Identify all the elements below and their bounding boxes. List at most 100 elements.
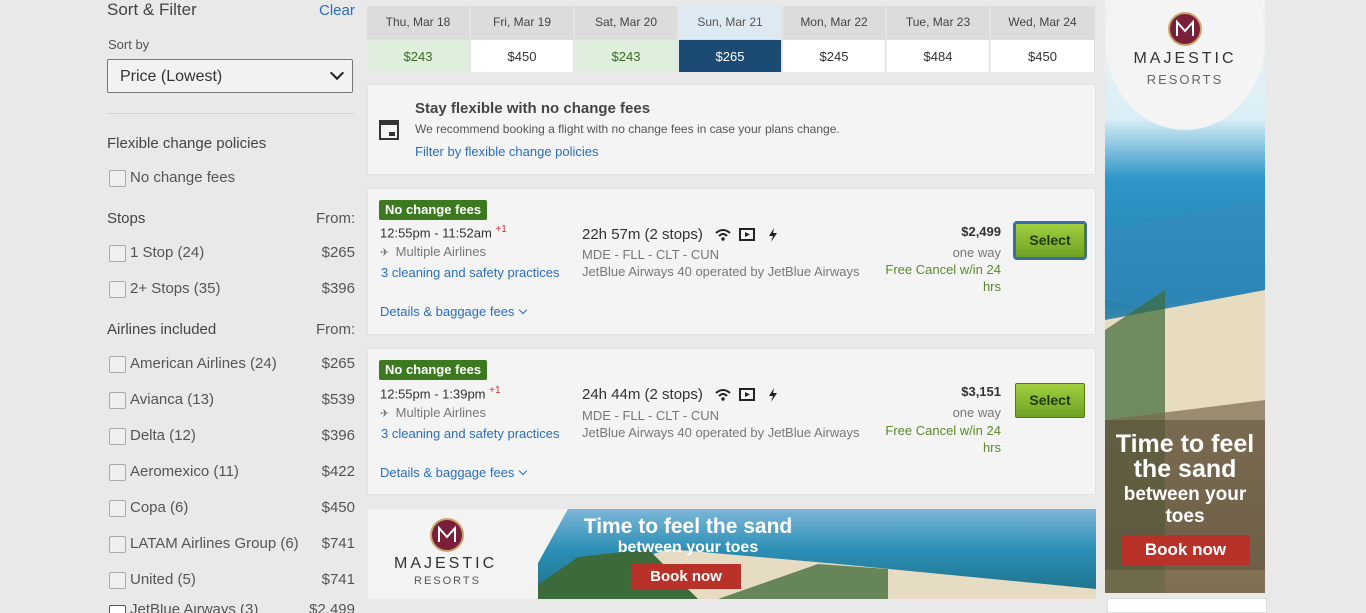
chevron-down-icon xyxy=(329,65,345,81)
filter-label: 2+ Stops (35) xyxy=(130,280,221,297)
filter-label: 1 Stop (24) xyxy=(130,244,205,261)
filter-label: JetBlue Airways (3) xyxy=(130,604,259,613)
sort-by-label: Sort by xyxy=(108,37,150,52)
flight-price: $3,151 xyxy=(961,384,1001,399)
details-label: Details & baggage fees xyxy=(380,304,515,319)
details-label: Details & baggage fees xyxy=(380,465,515,480)
sort-select[interactable]: Price (Lowest) xyxy=(107,59,353,93)
checkbox[interactable] xyxy=(109,464,126,481)
airline-name: Multiple Airlines xyxy=(395,405,486,420)
filter-airline[interactable]: JetBlue Airways (3) $2,499 xyxy=(107,604,355,613)
price-type: one way xyxy=(952,405,1001,420)
sort-select-value: Price (Lowest) xyxy=(120,68,223,85)
filter-airline[interactable]: American Airlines (24) $265 xyxy=(107,355,355,375)
flex-banner-title: Stay flexible with no change fees xyxy=(415,100,651,117)
filter-stop-1[interactable]: 1 Stop (24) $265 xyxy=(107,244,355,264)
operated-by: JetBlue Airways 40 operated by JetBlue A… xyxy=(582,264,860,279)
safety-practices-link[interactable]: 3 cleaning and safety practices xyxy=(381,426,560,441)
flight-times: 12:55pm - 11:52am +1 xyxy=(380,224,507,240)
airlines-from-label: From: xyxy=(316,321,356,338)
entertainment-icon xyxy=(739,228,755,241)
clear-filters-link[interactable]: Clear xyxy=(319,2,355,19)
date-price: $265 xyxy=(679,39,781,72)
chevron-down-icon xyxy=(519,466,528,476)
filter-stop-2plus[interactable]: 2+ Stops (35) $396 xyxy=(107,280,355,300)
date-price: $243 xyxy=(575,39,677,72)
skyscraper-ad[interactable]: MAJESTIC RESORTS Time to feel the sand b… xyxy=(1105,0,1265,593)
filter-label: American Airlines (24) xyxy=(130,355,277,372)
date-label: Mon, Mar 22 xyxy=(783,6,885,39)
flight-times: 12:55pm - 1:39pm +1 xyxy=(380,385,501,401)
book-now-button[interactable]: Book now xyxy=(631,564,741,589)
free-cancel-note: Free Cancel w/in 24 hrs xyxy=(885,262,1001,294)
filter-price: $539 xyxy=(321,391,355,408)
filter-airline[interactable]: Copa (6) $450 xyxy=(107,499,355,519)
filter-label: Delta (12) xyxy=(130,427,196,444)
sort-filter-title: Sort & Filter xyxy=(107,0,197,19)
free-cancel-note: Free Cancel w/in 24 hrs xyxy=(885,423,1001,455)
checkbox[interactable] xyxy=(109,536,126,553)
ad-subheadline: between your toes xyxy=(617,539,759,556)
flight-duration: 24h 44m (2 stops) xyxy=(582,386,703,403)
book-now-button[interactable]: Book now xyxy=(1121,535,1250,565)
date-option[interactable]: Thu, Mar 18 $243 xyxy=(367,6,470,72)
filter-airline[interactable]: United (5) $741 xyxy=(107,571,355,591)
filter-price: $396 xyxy=(321,427,355,444)
date-label: Wed, Mar 24 xyxy=(991,6,1094,39)
date-option[interactable]: Sat, Mar 20 $243 xyxy=(575,6,678,72)
date-option-selected[interactable]: Sun, Mar 21 $265 xyxy=(679,6,782,72)
checkbox[interactable] xyxy=(109,281,126,298)
plus-days: +1 xyxy=(489,385,501,396)
date-option[interactable]: Fri, Mar 19 $450 xyxy=(471,6,574,72)
filter-label: Aeromexico (11) xyxy=(130,463,239,480)
select-flight-button[interactable]: Select xyxy=(1015,383,1085,418)
select-flight-button[interactable]: Select xyxy=(1013,221,1087,260)
ad-subheadline-1: between your xyxy=(1123,484,1247,505)
checkbox[interactable] xyxy=(109,170,126,187)
stops-heading: Stops xyxy=(107,210,146,227)
safety-practices-link[interactable]: 3 cleaning and safety practices xyxy=(381,265,560,280)
flight-duration: 22h 57m (2 stops) xyxy=(582,226,703,243)
flex-filter-link[interactable]: Filter by flexible change policies xyxy=(415,144,599,159)
checkbox-checked[interactable] xyxy=(109,605,126,613)
banner-ad[interactable]: MAJESTIC RESORTS Time to feel the sand b… xyxy=(368,509,1096,599)
divider xyxy=(107,113,354,114)
checkbox[interactable] xyxy=(109,572,126,589)
date-price: $484 xyxy=(887,39,989,72)
details-baggage-link[interactable]: Details & baggage fees xyxy=(380,304,528,319)
filter-label: United (5) xyxy=(130,571,196,588)
date-label: Sun, Mar 21 xyxy=(679,6,781,39)
filter-price: $396 xyxy=(321,280,355,297)
filter-airline[interactable]: Avianca (13) $539 xyxy=(107,391,355,411)
ad-brand-sub: RESORTS xyxy=(1146,72,1224,87)
date-option[interactable]: Wed, Mar 24 $450 xyxy=(991,6,1095,72)
wifi-icon xyxy=(715,389,731,401)
filter-airline[interactable]: Aeromexico (11) $422 xyxy=(107,463,355,483)
date-label: Thu, Mar 18 xyxy=(367,6,469,39)
date-option[interactable]: Mon, Mar 22 $245 xyxy=(783,6,886,72)
filter-airline[interactable]: LATAM Airlines Group (6) $741 xyxy=(107,535,355,555)
date-price: $450 xyxy=(471,39,573,72)
majestic-logo xyxy=(430,518,464,552)
checkbox[interactable] xyxy=(109,428,126,445)
filter-label: LATAM Airlines Group (6) xyxy=(130,535,299,552)
ad-brand-sub: RESORTS xyxy=(414,575,481,587)
majestic-logo xyxy=(1168,12,1202,46)
flight-route: MDE - FLL - CLT - CUN xyxy=(582,247,719,262)
filter-price: $741 xyxy=(321,571,355,588)
price-type: one way xyxy=(952,245,1001,260)
power-outlet-icon xyxy=(769,228,777,242)
checkbox[interactable] xyxy=(109,356,126,373)
checkbox[interactable] xyxy=(109,245,126,262)
checkbox[interactable] xyxy=(109,392,126,409)
filter-no-change-fees[interactable]: No change fees xyxy=(107,169,355,189)
filter-airline[interactable]: Delta (12) $396 xyxy=(107,427,355,447)
date-price: $450 xyxy=(991,39,1094,72)
date-option[interactable]: Tue, Mar 23 $484 xyxy=(887,6,990,72)
filter-sidebar: Sort & Filter Clear Sort by Price (Lowes… xyxy=(0,0,366,613)
flex-banner-text: We recommend booking a flight with no ch… xyxy=(415,122,840,136)
checkbox[interactable] xyxy=(109,500,126,517)
plus-days: +1 xyxy=(495,224,507,235)
ad-subheadline-2: toes xyxy=(1165,506,1205,527)
details-baggage-link[interactable]: Details & baggage fees xyxy=(380,465,528,480)
